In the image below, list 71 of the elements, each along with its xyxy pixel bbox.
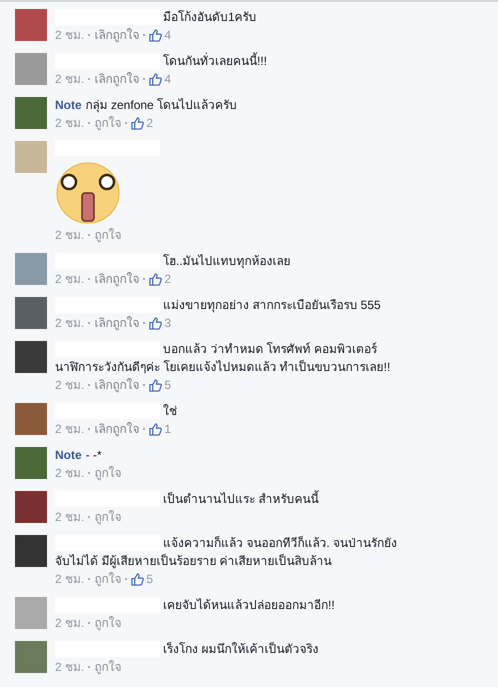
comment-text: - -* — [86, 447, 102, 464]
like-count[interactable]: 2 — [131, 114, 154, 132]
comment-time[interactable]: 2 ชม. — [55, 658, 84, 676]
avatar-photo[interactable] — [15, 341, 47, 373]
like-count[interactable]: 4 — [149, 70, 172, 88]
comment-text: โฮ..มันไปแทบทุกห้องเลย — [163, 253, 291, 270]
like-link[interactable]: ถูกใจ — [94, 570, 122, 588]
like-link[interactable]: ถูกใจ — [94, 464, 122, 482]
thumbs-up-icon — [149, 422, 162, 436]
comment-time[interactable]: 2 ชม. — [55, 70, 84, 88]
like-count[interactable]: 5 — [131, 570, 154, 588]
comment-text: ใช่ — [163, 403, 177, 420]
like-link[interactable]: ถูกใจ — [94, 614, 122, 632]
avatar-photo[interactable] — [15, 403, 47, 435]
comment-text: โดนกันทั่วเลยคนนี้!!! — [163, 52, 268, 70]
avatar-photo[interactable] — [15, 253, 47, 285]
avatar-photo[interactable] — [15, 641, 47, 673]
thumbs-up-icon — [131, 572, 144, 586]
avatar-photo[interactable] — [15, 597, 47, 629]
comment-text: แม่งขายทุกอย่าง สากกระเบือยันเรือรบ 555 — [163, 297, 381, 314]
like-count[interactable]: 2 — [149, 270, 172, 288]
comment-time[interactable]: 2 ชม. — [55, 314, 84, 332]
comment-time[interactable]: 2 ชม. — [55, 508, 84, 526]
thumbs-up-icon — [149, 72, 162, 86]
comment-time[interactable]: 2 ชม. — [55, 420, 84, 438]
unlike-link[interactable]: เลิกถูกใจ — [94, 26, 140, 44]
thumbs-up-icon — [131, 116, 144, 130]
avatar-photo[interactable] — [15, 141, 47, 173]
like-link[interactable]: ถูกใจ — [94, 508, 122, 526]
author-name[interactable]: Note — [55, 446, 82, 464]
avatar-photo[interactable] — [15, 447, 47, 479]
like-count[interactable]: 1 — [149, 420, 172, 438]
unlike-link[interactable]: เลิกถูกใจ — [94, 70, 140, 88]
comment-time[interactable]: 2 ชม. — [55, 376, 84, 394]
unlike-link[interactable]: เลิกถูกใจ — [94, 420, 140, 438]
comment-time[interactable]: 2 ชม. — [55, 114, 84, 132]
comment-text: เป็นตำนานไปแระ สำหรับคนนี้ — [163, 490, 318, 508]
comment-time[interactable]: 2 ชม. — [55, 226, 84, 244]
avatar-photo[interactable] — [15, 491, 47, 523]
comment-text: เคยจับได้หนแล้วปล่อยออกมาอีก!! — [163, 597, 335, 614]
comment-text: จับไม่ได้ มีผู้เสียหายเป็นร้อยราย ค่าเสียหายเป็นสิบล้าน — [55, 552, 333, 570]
unlike-link[interactable]: เลิกถูกใจ — [94, 314, 140, 332]
avatar-photo[interactable] — [15, 535, 47, 567]
like-count[interactable]: 4 — [149, 26, 172, 44]
avatar-photo[interactable] — [15, 53, 47, 85]
comment-time[interactable]: 2 ชม. — [55, 26, 84, 44]
comment-text: กลุ่ม zenfone โดนไปแล้วครับ — [86, 97, 238, 114]
comment-time[interactable]: 2 ชม. — [55, 570, 84, 588]
comment-text: เร็งโกง ผมนึกให้เค้าเป็นตัวจริง — [163, 640, 318, 658]
thumbs-up-icon — [149, 272, 162, 286]
avatar-photo[interactable] — [15, 97, 47, 129]
like-count[interactable]: 5 — [149, 376, 172, 394]
comment-time[interactable]: 2 ชม. — [55, 270, 84, 288]
avatar-photo[interactable] — [15, 9, 47, 41]
comment-text: แจ้งความก็แล้ว จนออกทีวีก็แล้ว. จนป่านรักยัง — [163, 534, 398, 552]
like-link[interactable]: ถูกใจ — [94, 114, 122, 132]
unlike-link[interactable]: เลิกถูกใจ — [94, 270, 140, 288]
comment-text: มือโก้งอันดับ1ครับ — [163, 9, 257, 26]
thumbs-up-icon — [149, 28, 162, 42]
like-count[interactable]: 3 — [149, 314, 172, 332]
avatar-photo[interactable] — [15, 297, 47, 329]
comment-text: นาฬิการะวังกันดีๆค่ะ โยเคยแจ้งไปหมดแล้ว ทำเป็นขบวนการเลย!! — [55, 358, 392, 376]
unlike-link[interactable]: เลิกถูกใจ — [94, 376, 140, 394]
author-name[interactable]: Note — [55, 96, 82, 114]
thumbs-up-icon — [149, 316, 162, 330]
comment-time[interactable]: 2 ชม. — [55, 614, 84, 632]
like-link[interactable]: ถูกใจ — [94, 226, 122, 244]
thumbs-up-icon — [149, 378, 162, 392]
comment-time[interactable]: 2 ชม. — [55, 464, 84, 482]
like-link[interactable]: ถูกใจ — [94, 658, 122, 676]
comment-text: บอกแล้ว ว่าทำหมด โทรศัพท์ คอมพิวเตอร์ — [163, 341, 378, 358]
